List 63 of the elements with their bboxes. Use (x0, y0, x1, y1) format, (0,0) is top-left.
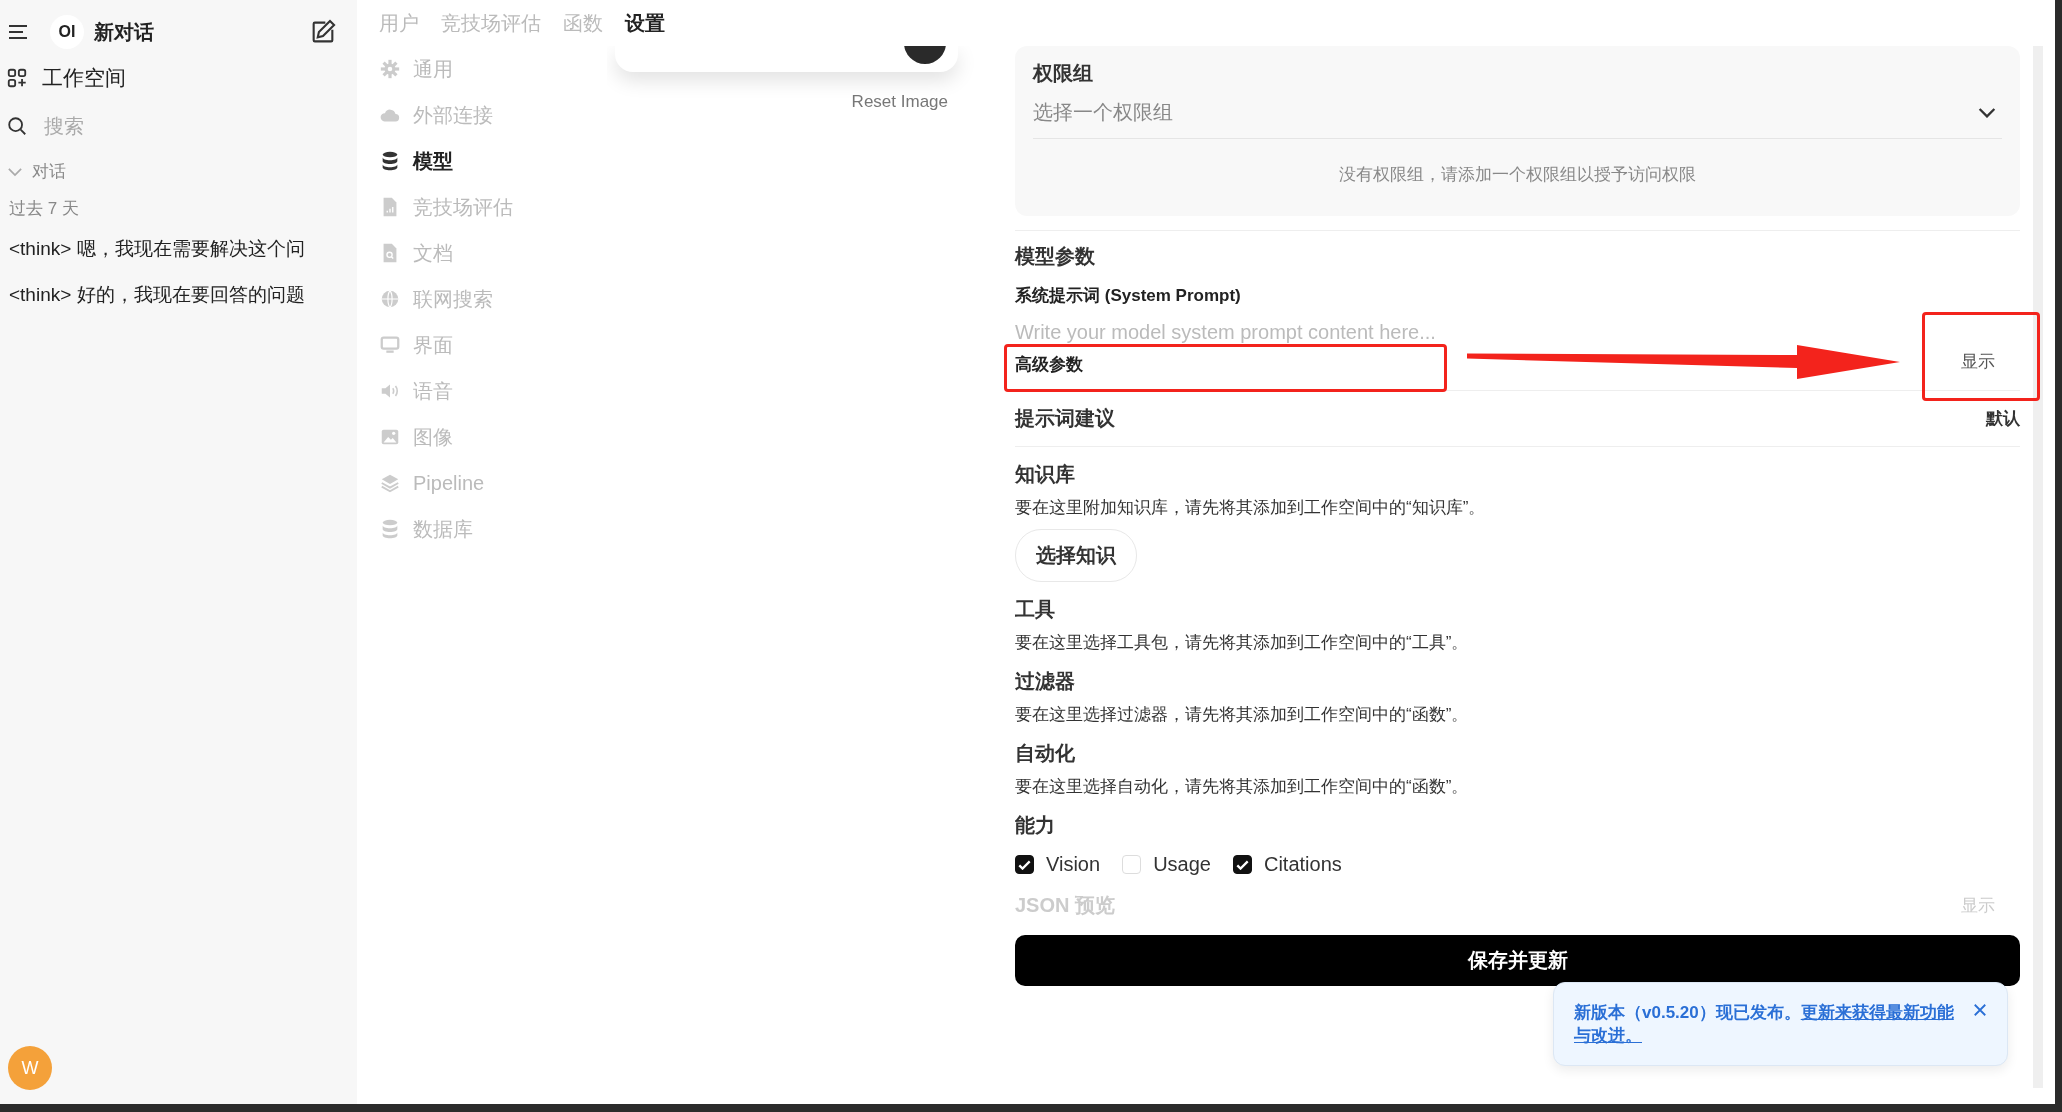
search-icon[interactable] (6, 115, 28, 137)
settings-menu-item[interactable]: 外部连接 (379, 92, 585, 138)
section-title: 过滤器 (1015, 669, 1076, 694)
settings-menu-item[interactable]: 竞技场评估 (379, 184, 585, 230)
field-label: 高级参数 (1015, 354, 1083, 376)
settings-menu-item[interactable]: 模型 (379, 138, 585, 184)
section-title: 提示词建议 (1015, 406, 1115, 431)
checkbox[interactable] (1015, 855, 1034, 874)
section-description: 要在这里选择工具包，请先将其添加到工作空间中的“工具”。 (1015, 632, 1470, 654)
reset-image-link[interactable]: Reset Image (851, 92, 948, 112)
section-title: 能力 (1015, 813, 1056, 838)
workspace-link[interactable]: 工作空间 (42, 64, 126, 92)
section-description: 要在这里选择自动化，请先将其添加到工作空间中的“函数”。 (1015, 776, 1470, 798)
system-prompt-field[interactable]: Write your model system prompt content here... (1015, 321, 2020, 347)
section-title: 权限组 (1033, 61, 1094, 86)
check-icon (1235, 859, 1249, 870)
settings-menu-item[interactable]: 联网搜索 (379, 276, 585, 322)
section-title: 自动化 (1015, 741, 1076, 766)
gear-icon (379, 58, 401, 80)
tab[interactable]: 竞技场评估 (441, 9, 541, 37)
section-toggle[interactable]: 对话 (32, 160, 66, 183)
grid-icon[interactable] (6, 67, 28, 89)
select-knowledge-button[interactable]: 选择知识 (1015, 529, 1137, 582)
section-title: 知识库 (1015, 462, 1076, 487)
empty-message: 没有权限组，请添加一个权限组以授予访问权限 (1338, 164, 1697, 186)
tab[interactable]: 用户 (379, 9, 419, 37)
field-label: 系统提示词 (System Prompt) (1015, 285, 1242, 307)
monitor-icon (379, 334, 401, 356)
default-toggle[interactable]: 默认 (1986, 407, 2020, 430)
checkbox-label: Citations (1263, 853, 1342, 876)
chevron-down-icon (1978, 107, 1996, 118)
settings-menu-item[interactable]: 通用 (379, 46, 585, 92)
section-description: 要在这里选择过滤器，请先将其添加到工作空间中的“函数”。 (1015, 704, 1470, 726)
chat-item[interactable]: <think> 好的，我现在要回答的问题 (0, 272, 357, 318)
tab[interactable]: 设置 (625, 9, 665, 37)
settings-menu-item[interactable]: 数据库 (379, 506, 585, 552)
group-label: 过去 7 天 (8, 198, 80, 220)
search-field[interactable]: 搜索 (42, 113, 246, 139)
update-message: 新版本（v0.5.20）现已发布。更新来获得最新功能与改进。 (1574, 1002, 1955, 1047)
globe-icon (379, 288, 401, 310)
settings-menu-item[interactable]: 文档 (379, 230, 585, 276)
layers-icon (379, 472, 401, 494)
settings-menu-item[interactable]: 图像 (379, 414, 585, 460)
section-title: 工具 (1015, 597, 1056, 622)
settings-menu-item[interactable]: Pipeline (379, 460, 585, 506)
new-chat-button[interactable]: 新对话 (94, 18, 154, 46)
chat-item[interactable]: <think> 嗯，我现在需要解决这个问 (0, 226, 357, 272)
avatar[interactable]: W (8, 1046, 52, 1090)
group-select[interactable]: 选择一个权限组 (1033, 87, 2002, 139)
save-button[interactable]: 保存并更新 (1015, 935, 2020, 986)
scrollbar[interactable] (2033, 46, 2043, 1088)
section-title: 模型参数 (1015, 244, 1096, 269)
check-icon (1018, 859, 1031, 870)
logo: OI (50, 15, 84, 49)
section-description: 要在这里附加知识库，请先将其添加到工作空间中的“知识库”。 (1015, 497, 1487, 519)
checkbox[interactable] (1232, 855, 1252, 874)
close-icon[interactable] (1971, 1001, 1989, 1019)
checkbox-label: Usage (1153, 853, 1211, 876)
settings-menu-item[interactable]: 语音 (379, 368, 585, 414)
show-toggle[interactable]: 显示 (1961, 350, 1995, 373)
checkbox-label: Vision (1046, 853, 1101, 876)
tab[interactable]: 函数 (563, 9, 603, 37)
settings-menu-item[interactable]: 界面 (379, 322, 585, 368)
